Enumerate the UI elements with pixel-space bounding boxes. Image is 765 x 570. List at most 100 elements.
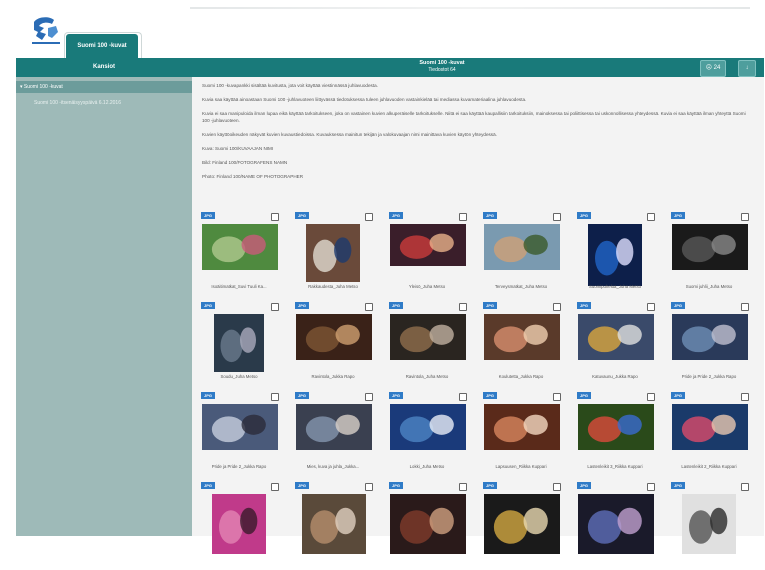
grid-item-caption: Pride ja Pride 2_Jukka Rapo [211,464,267,469]
intro-paragraph: Kuvia ei saa manipuloida ilman lupaa eik… [202,111,746,123]
grid-item[interactable]: JPG Suomipuhelua_Juha Metso [568,208,662,300]
thumbnail-image[interactable] [306,224,360,282]
grid-item[interactable]: JPG Soudu_Juha Metso [192,298,286,390]
thumbnail-image[interactable] [672,224,748,270]
thumbnail-image[interactable] [682,494,736,554]
grid-item[interactable]: JPG Ravintola_Juha Metso [380,298,474,390]
select-checkbox[interactable] [459,303,467,311]
thumbnail-image[interactable] [202,224,278,270]
grid-item[interactable]: JPG Lastenleikit 3_Riikka Kuppari [568,388,662,480]
grid-item[interactable]: JPG [192,478,286,570]
file-type-badge: JPG [389,392,403,399]
select-checkbox[interactable] [647,213,655,221]
grid-item[interactable]: JPG Rakkaudesta_Juha Metso [286,208,380,300]
thumbnail-image[interactable] [484,314,560,360]
select-checkbox[interactable] [647,393,655,401]
thumbnail-image[interactable] [212,494,266,554]
file-type-badge: JPG [389,212,403,219]
grid-item[interactable]: JPG [286,478,380,570]
select-checkbox[interactable] [741,393,749,401]
select-checkbox[interactable] [365,483,373,491]
select-checkbox[interactable] [741,213,749,221]
sidebar-item-suomi-100-kuvat[interactable]: ▾ Suomi 100 -kuvat [16,81,192,93]
file-type-badge: JPG [295,392,309,399]
grid-item[interactable]: JPG Lokki_Juha Metso [380,388,474,480]
select-checkbox[interactable] [459,213,467,221]
select-checkbox[interactable] [647,303,655,311]
image-grid: JPG Isoäitimatkat_Suvi Tuuli Ka... JPG Rakk… [192,208,764,554]
thumbnail-image[interactable] [578,404,654,450]
file-type-badge: JPG [201,482,215,489]
thumbnail-image[interactable] [390,224,466,266]
grid-item[interactable]: JPG Terveysmatkat_Juha Metso [474,208,568,300]
intro-paragraph: Kuvien käyttöoikeuden näkyvät kuvien kuv… [202,131,497,137]
file-count: Tiedostot 64 [428,67,456,73]
thumbnail-image[interactable] [484,224,560,270]
select-checkbox[interactable] [553,483,561,491]
file-type-badge: JPG [577,392,591,399]
select-checkbox[interactable] [271,303,279,311]
thumbnail-image[interactable] [390,314,466,360]
select-checkbox[interactable] [365,213,373,221]
grid-item[interactable]: JPG [380,478,474,570]
select-checkbox[interactable] [271,213,279,221]
select-checkbox[interactable] [741,483,749,491]
grid-item[interactable]: JPG Yleisö_Juha Metso [380,208,474,300]
grid-item-caption: Soudu_Juha Metso [220,374,258,379]
thumbnail-image[interactable] [296,404,372,450]
select-checkbox[interactable] [647,483,655,491]
thumbnail-image[interactable] [202,404,278,450]
thumbnail-image[interactable] [484,494,560,554]
grid-item[interactable]: JPG Lapsuusen_Riikka Kuppari [474,388,568,480]
thumbnail-image[interactable] [390,404,466,450]
file-type-badge: JPG [389,482,403,489]
file-type-badge: JPG [483,302,497,309]
sidebar-item-itsenaisyyspaiva[interactable]: Suomi 100 -itsenäisyyspäivä 6.12.2016 [16,97,192,109]
intro-paragraph: Kuvia saa käyttää ainoastaan Suomi 100 -… [202,97,527,103]
select-checkbox[interactable] [459,393,467,401]
grid-item[interactable]: JPG Lastenleikit 2_Riikka Kuppari [662,388,756,480]
file-type-badge: JPG [483,392,497,399]
grid-item[interactable]: JPG Pride ja Pride 2_Jukka Rapo [662,298,756,390]
intro-text: Suomi 100 -kuvapankki sisältää kuvitusta… [202,83,752,189]
select-checkbox[interactable] [741,303,749,311]
thumbnail-image[interactable] [214,314,264,372]
grid-item-caption: Lapsuusen_Riikka Kuppari [495,464,547,469]
select-checkbox[interactable] [553,213,561,221]
thumbnail-image[interactable] [484,404,560,450]
grid-item[interactable]: JPG Ravintola_Jukka Rapo [286,298,380,390]
thumbnail-image[interactable] [578,314,654,360]
finland-100-logo [32,17,60,44]
grid-item-caption: Lastenleikit 2_Riikka Kuppari [681,464,737,469]
grid-item[interactable]: JPG Katuvaunu_Jukka Rapo [568,298,662,390]
download-button[interactable]: ↓ [738,60,756,77]
grid-item[interactable]: JPG [662,478,756,570]
thumbnail-image[interactable] [588,224,642,286]
grid-item[interactable]: JPG Suomi juhlii_Juha Metso [662,208,756,300]
selection-button[interactable]: ☹ 24 [700,60,726,77]
grid-item[interactable]: JPG Pride ja Pride 2_Jukka Rapo [192,388,286,480]
grid-item-caption: Rakkaudesta_Juha Metso [308,284,358,289]
grid-item[interactable]: JPG [568,478,662,570]
thumbnail-image[interactable] [296,314,372,360]
select-checkbox[interactable] [271,483,279,491]
grid-item[interactable]: JPG Isoäitimatkat_Suvi Tuuli Ka... [192,208,286,300]
select-checkbox[interactable] [271,393,279,401]
thumbnail-image[interactable] [390,494,466,554]
select-checkbox[interactable] [553,303,561,311]
file-type-badge: JPG [483,212,497,219]
select-checkbox[interactable] [553,393,561,401]
tab-suomi-100-kuvat[interactable]: Suomi 100 -kuvat [66,34,138,58]
thumbnail-image[interactable] [302,494,366,554]
thumbnail-image[interactable] [672,314,748,360]
grid-item-caption: Suomi juhlii_Juha Metso [685,284,733,289]
grid-item[interactable]: JPG [474,478,568,570]
select-checkbox[interactable] [459,483,467,491]
thumbnail-image[interactable] [578,494,654,554]
thumbnail-image[interactable] [672,404,748,450]
select-checkbox[interactable] [365,303,373,311]
grid-item[interactable]: JPG Mies, kuva ja juhla_Jukka... [286,388,380,480]
sidebar: ▾ Suomi 100 -kuvat Suomi 100 -itsenäisyy… [16,77,192,536]
grid-item[interactable]: JPG Koulutetta_Jukka Rapo [474,298,568,390]
select-checkbox[interactable] [365,393,373,401]
